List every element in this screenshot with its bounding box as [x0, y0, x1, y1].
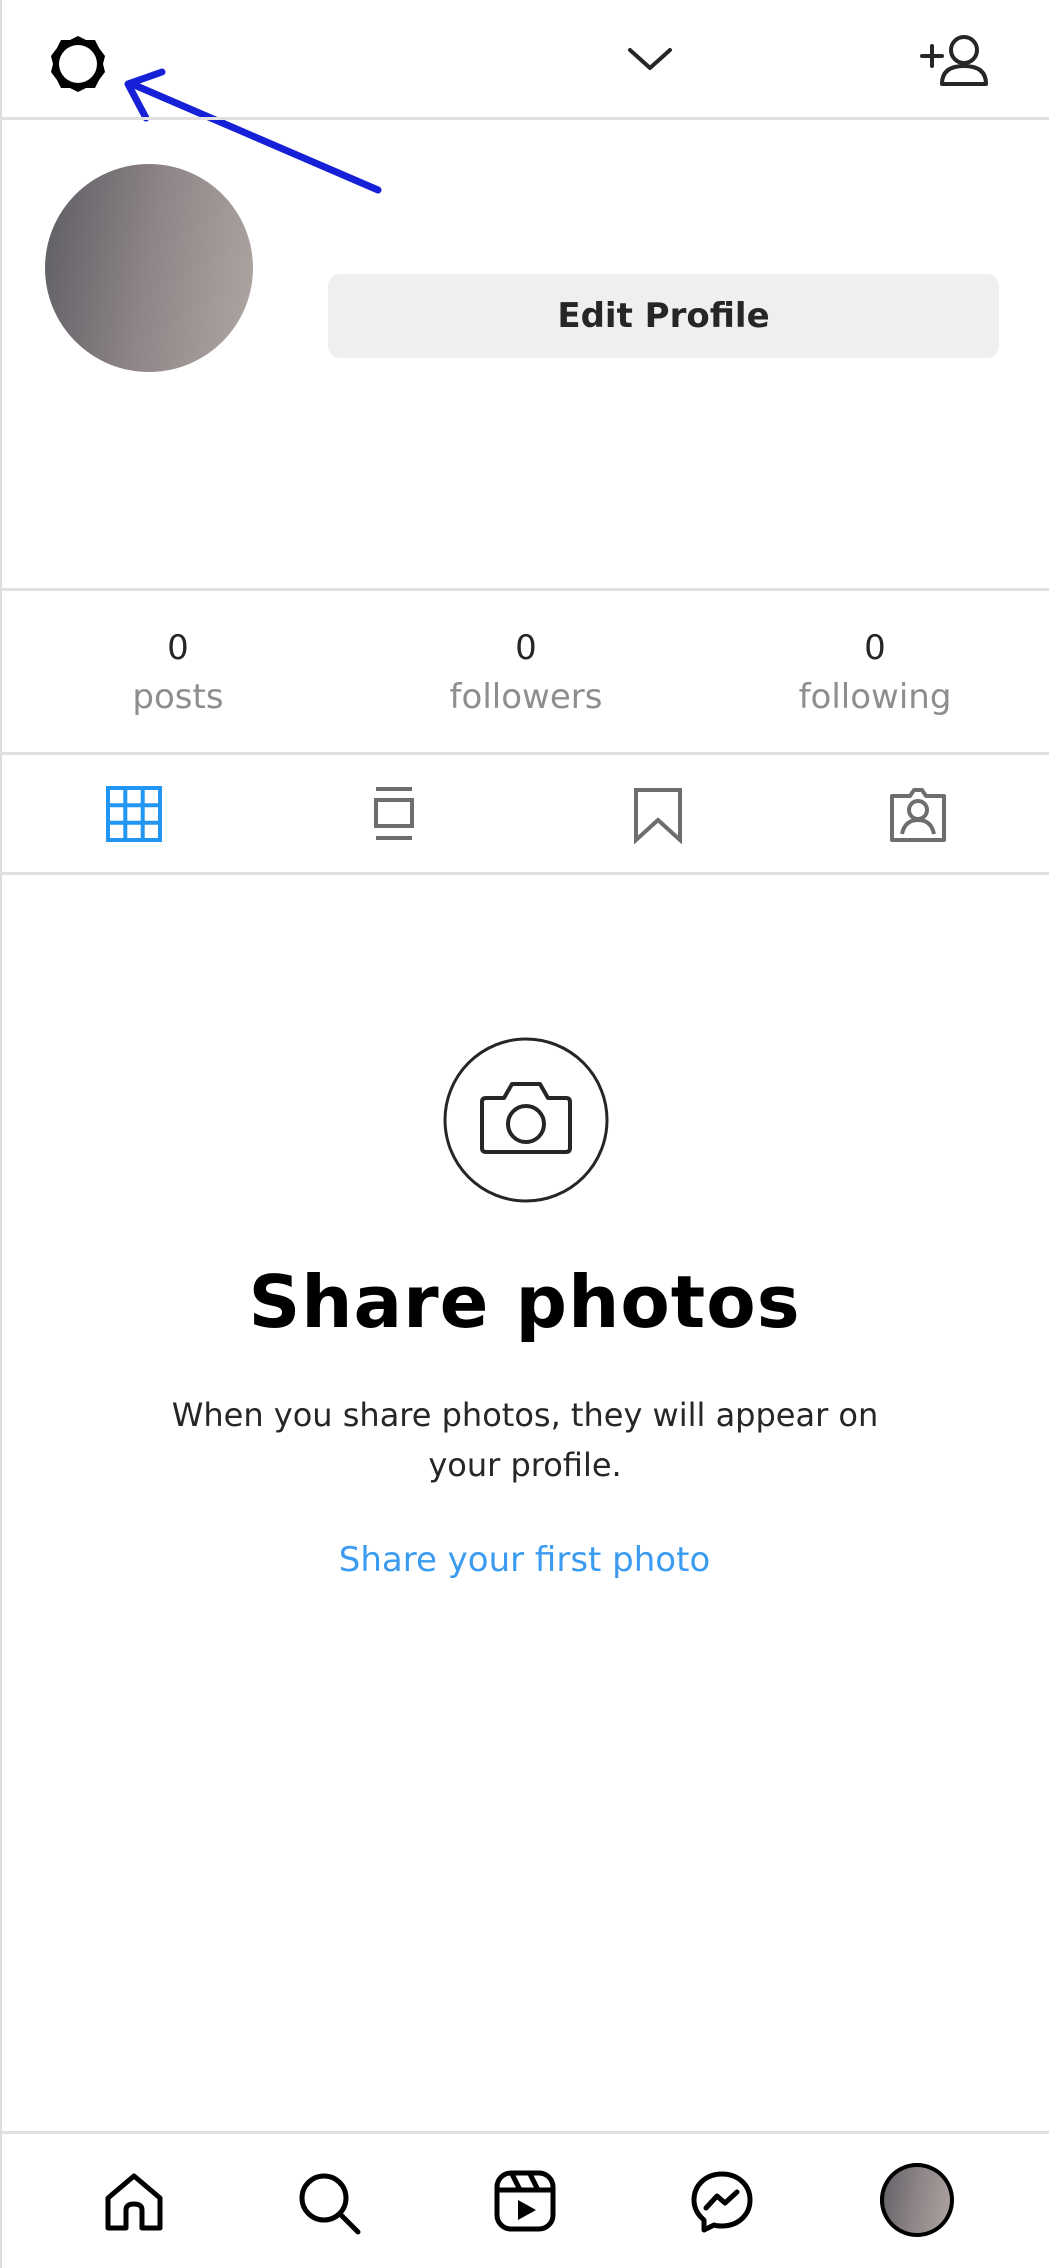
stat-followers[interactable]: 0 followers [356, 623, 696, 721]
reels-icon[interactable] [494, 2170, 556, 2232]
tagged-icon[interactable] [888, 786, 948, 844]
feed-icon[interactable] [372, 786, 416, 842]
bottom-nav-divider [2, 2131, 1049, 2134]
tabs-divider [2, 872, 1049, 875]
chevron-down-icon[interactable] [626, 44, 674, 74]
empty-state-description: When you share photos, they will appear … [171, 1396, 879, 1484]
stat-followers-count: 0 [515, 628, 537, 668]
stat-followers-label: followers [449, 677, 603, 717]
messenger-icon[interactable] [690, 2170, 754, 2234]
grid-icon[interactable] [106, 786, 162, 842]
stat-following-count: 0 [864, 628, 886, 668]
share-first-photo-link[interactable]: Share your first photo [0, 1540, 1049, 1580]
profile-divider [2, 588, 1049, 591]
saved-icon[interactable] [632, 786, 684, 844]
stats-divider [2, 752, 1049, 755]
add-user-icon[interactable] [918, 30, 992, 90]
search-icon[interactable] [296, 2170, 362, 2236]
stat-posts[interactable]: 0 posts [8, 623, 348, 721]
empty-state-title: Share photos [248, 1260, 801, 1344]
home-icon[interactable] [102, 2170, 166, 2234]
profile-avatar[interactable] [45, 164, 253, 372]
gear-icon[interactable] [42, 28, 114, 100]
stat-following[interactable]: 0 following [705, 623, 1045, 721]
stat-posts-label: posts [132, 677, 224, 717]
edit-profile-button[interactable]: Edit Profile [328, 274, 999, 358]
stat-following-label: following [798, 677, 952, 717]
profile-avatar-nav[interactable] [880, 2163, 954, 2237]
stat-posts-count: 0 [167, 628, 189, 668]
header-divider [2, 117, 1049, 120]
left-edge-border [0, 0, 2, 2268]
camera-icon [443, 1037, 609, 1203]
